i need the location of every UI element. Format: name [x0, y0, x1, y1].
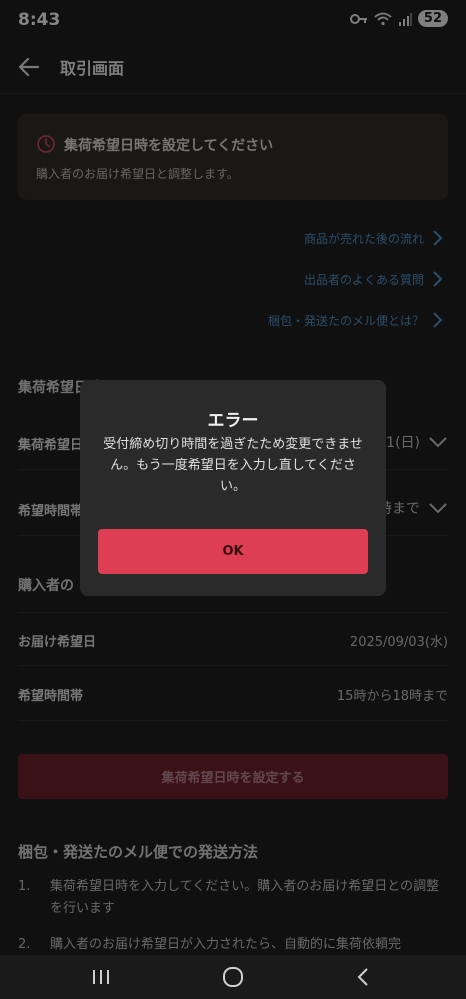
recent-apps-icon[interactable]: [89, 965, 113, 989]
system-nav-bar: [0, 955, 466, 999]
screen: 8:43 52 取引画面 集荷希望日時を設定してください 購入者のお届け希望日と…: [0, 0, 466, 999]
back-nav-icon[interactable]: [352, 965, 376, 989]
dialog-message: 受付締め切り時間を過ぎたため変更できません。もう一度希望日を入力し直してください…: [103, 437, 363, 494]
error-dialog: エラー 受付締め切り時間を過ぎたため変更できません。もう一度希望日を入力し直して…: [80, 380, 386, 596]
home-icon[interactable]: [221, 965, 245, 989]
ok-button[interactable]: OK: [98, 529, 368, 574]
dialog-title: エラー: [207, 411, 259, 431]
